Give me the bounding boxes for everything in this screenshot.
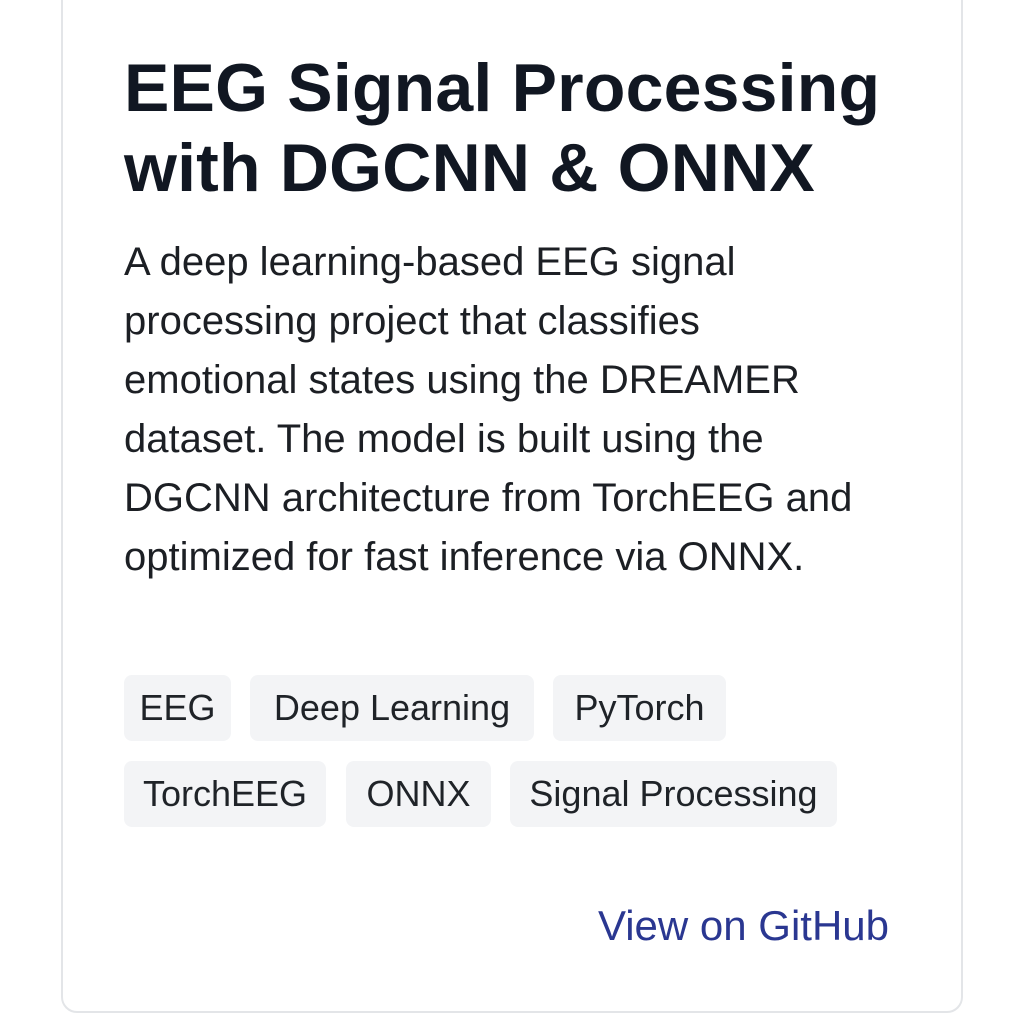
view-on-github-link[interactable]: View on GitHub [598,900,889,952]
tag-deep-learning: Deep Learning [250,675,534,741]
project-description: A deep learning-based EEG signal process… [124,240,853,579]
project-title: EEG Signal Processing with DGCNN & ONNX [124,50,881,206]
tag-eeg: EEG [124,675,231,741]
tag-signal-processing: Signal Processing [510,761,837,827]
tag-pytorch: PyTorch [553,675,726,741]
tag-torcheeg: TorchEEG [124,761,326,827]
tag-onnx: ONNX [346,761,491,827]
